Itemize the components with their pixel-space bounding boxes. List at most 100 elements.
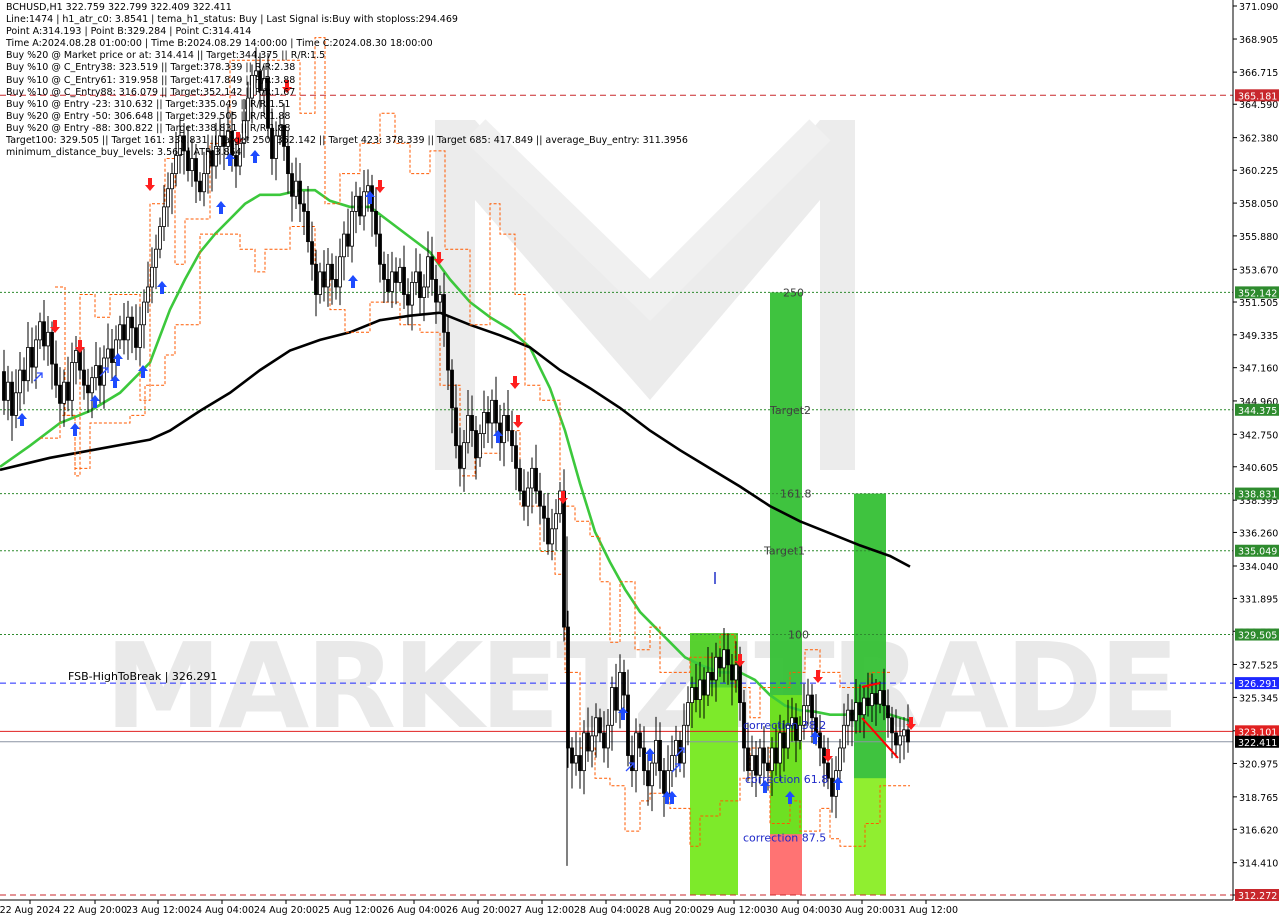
candle-body xyxy=(410,282,414,306)
candle-body xyxy=(658,740,662,772)
price-level-label: 329.505 xyxy=(1238,631,1277,642)
candle-body xyxy=(694,687,698,701)
candle-body xyxy=(474,430,478,459)
y-tick-label: 358.050 xyxy=(1239,199,1278,210)
x-tick-label: 26 Aug 20:00 xyxy=(446,905,510,916)
candle-body xyxy=(478,433,482,459)
price-level-label: 352.142 xyxy=(1238,288,1277,299)
candle-body xyxy=(638,732,642,749)
y-tick-label: 347.160 xyxy=(1239,364,1278,375)
candle-body xyxy=(426,256,430,288)
candle-body xyxy=(390,271,394,292)
x-tick-label: 31 Aug 12:00 xyxy=(894,905,958,916)
candle-body xyxy=(646,770,650,787)
candle-body xyxy=(506,415,510,431)
candle-body xyxy=(858,702,862,716)
candle-body xyxy=(290,173,294,197)
candle-body xyxy=(310,241,314,265)
chart-annotation: correction 87.5 xyxy=(743,831,826,844)
candle-body xyxy=(482,412,486,434)
candle-body xyxy=(710,671,714,681)
candle-body xyxy=(150,266,154,288)
candle-body xyxy=(170,173,174,190)
y-tick-label: 318.765 xyxy=(1239,793,1278,804)
candle-body xyxy=(294,180,298,197)
candle-body xyxy=(442,294,446,333)
candle-body xyxy=(46,331,50,347)
candle-body xyxy=(106,348,110,359)
price-level-label: 312.272 xyxy=(1238,891,1277,902)
candle-body xyxy=(406,294,410,306)
candle-body xyxy=(862,697,866,716)
candle-body xyxy=(898,735,902,746)
candle-body xyxy=(30,347,34,368)
candle-body xyxy=(554,513,558,530)
candle-body xyxy=(138,324,142,348)
info-line: Buy %10 @ C_Entry61: 319.958 || Target:4… xyxy=(6,74,296,86)
candle-body xyxy=(634,732,638,772)
candle-body xyxy=(458,445,462,469)
candle-body xyxy=(10,381,14,416)
chart-container: MARKETZITRADE FSB-HighToBreak | 326.291 25… xyxy=(0,0,1280,920)
candle-body xyxy=(510,430,514,447)
candle-body xyxy=(298,180,302,205)
candle-body xyxy=(734,664,738,681)
x-tick-label: 28 Aug 04:00 xyxy=(574,905,638,916)
candle-body xyxy=(118,324,122,341)
candle-body xyxy=(190,158,194,171)
candle-body xyxy=(706,671,710,696)
candle-body xyxy=(726,649,730,666)
candle-body xyxy=(894,732,898,746)
y-tick-label: 360.225 xyxy=(1239,166,1278,177)
candle-body xyxy=(486,412,490,424)
candle-body xyxy=(690,687,694,704)
candle-body xyxy=(782,732,786,749)
candle-body xyxy=(378,233,382,265)
candle-body xyxy=(662,770,666,794)
candle-body xyxy=(902,729,906,737)
candle-body xyxy=(90,377,94,394)
candle-body xyxy=(354,195,358,212)
candle-body xyxy=(342,233,346,258)
candle-body xyxy=(542,505,546,519)
info-line: Target100: 329.505 || Target 161: 338.83… xyxy=(6,135,688,147)
candle-body xyxy=(622,671,626,696)
candle-body xyxy=(334,279,338,288)
y-tick-label: 355.880 xyxy=(1239,232,1278,243)
candle-body xyxy=(314,263,318,295)
candle-body xyxy=(158,226,162,250)
candle-body xyxy=(890,717,894,734)
candle-body xyxy=(514,445,518,469)
candle-body xyxy=(318,271,322,295)
info-line: Line:1474 | h1_atr_c0: 3.8541 | tema_h1_… xyxy=(6,14,458,26)
candle-body xyxy=(830,777,834,797)
chart-annotation: correction 38.2 xyxy=(743,719,826,732)
candle-body xyxy=(874,693,878,705)
y-tick-label: 336.260 xyxy=(1239,528,1278,539)
candle-body xyxy=(882,690,886,707)
candle-body xyxy=(42,321,46,347)
y-tick-label: 331.895 xyxy=(1239,594,1278,605)
candle-body xyxy=(878,690,882,705)
candle-body xyxy=(650,762,654,787)
candle-body xyxy=(682,724,686,764)
candle-body xyxy=(330,263,334,280)
candle-body xyxy=(110,348,114,363)
candle-body xyxy=(126,316,130,341)
candle-body xyxy=(146,286,150,303)
candle-body xyxy=(430,256,434,280)
x-tick-label: 25 Aug 12:00 xyxy=(318,905,382,916)
x-tick-label: 22 Aug 20:00 xyxy=(63,905,127,916)
candle-body xyxy=(670,755,674,772)
candle-body xyxy=(818,732,822,749)
candle-body xyxy=(422,286,426,298)
candle-body xyxy=(402,266,406,295)
candle-body xyxy=(94,365,98,379)
candle-body xyxy=(850,709,854,722)
candle-body xyxy=(346,233,350,247)
candle-body xyxy=(610,687,614,726)
candle-body xyxy=(586,732,590,752)
candle-body xyxy=(494,399,498,424)
info-line: minimum_distance_buy_levels: 3.561 | ATR… xyxy=(6,147,242,159)
y-tick-label: 314.410 xyxy=(1239,859,1278,870)
